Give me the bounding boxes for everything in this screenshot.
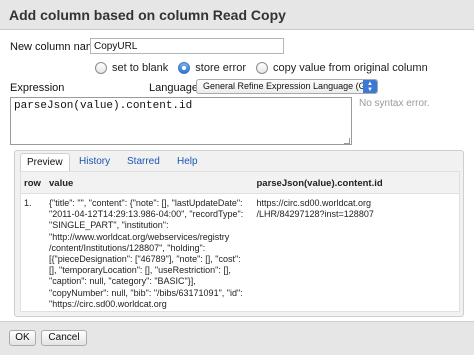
radio-label: store error xyxy=(195,62,247,74)
row-number: 1. xyxy=(24,198,32,208)
syntax-status: No syntax error. xyxy=(359,98,430,109)
language-select[interactable]: General Refine Expression Language (GREL… xyxy=(196,79,378,94)
tab-starred[interactable]: Starred xyxy=(121,153,166,170)
expression-label: Expression xyxy=(10,82,65,94)
tab-help[interactable]: Help xyxy=(171,153,204,170)
row-value: {"title": "", "content": {"note": [], "l… xyxy=(49,198,250,311)
tab-preview[interactable]: Preview xyxy=(20,153,70,171)
language-select-value: General Refine Expression Language (GREL… xyxy=(203,81,378,91)
resize-handle-icon[interactable] xyxy=(344,138,350,144)
preview-table: row value parseJson(value).content.id 1.… xyxy=(21,172,459,311)
table-row: 1. {"title": "", "content": {"note": [],… xyxy=(21,194,459,311)
radio-copy-value[interactable]: copy value from original column xyxy=(256,62,428,74)
dialog-title: Add column based on column Read Copy xyxy=(9,7,286,23)
radio-store-error[interactable]: store error xyxy=(178,62,246,74)
select-arrows-icon: ▲ ▼ xyxy=(363,80,377,93)
expression-input[interactable]: parseJson(value).content.id xyxy=(10,97,352,145)
radio-set-to-blank[interactable]: set to blank xyxy=(95,62,168,74)
column-name-input[interactable] xyxy=(90,38,284,54)
radio-label: set to blank xyxy=(112,62,169,74)
preview-table-container[interactable]: row value parseJson(value).content.id 1.… xyxy=(20,171,460,312)
tab-history[interactable]: History xyxy=(73,153,116,170)
language-label: Language xyxy=(149,82,198,94)
header-value: value xyxy=(46,172,254,194)
preview-header-row: row value parseJson(value).content.id xyxy=(21,172,459,194)
radio-button[interactable] xyxy=(95,62,107,74)
radio-button-selected[interactable] xyxy=(178,62,191,74)
ok-button[interactable]: OK xyxy=(9,330,36,346)
cancel-button[interactable]: Cancel xyxy=(41,330,87,346)
row-result: https://circ.sd00.worldcat.org /LHR/8429… xyxy=(256,198,374,220)
header-row: row xyxy=(21,172,46,194)
radio-button[interactable] xyxy=(256,62,269,74)
on-error-options: set to blank store error copy value from… xyxy=(95,61,438,75)
column-name-label: New column name xyxy=(10,41,102,53)
radio-label: copy value from original column xyxy=(273,62,428,74)
dialog-titlebar: Add column based on column Read Copy xyxy=(0,0,474,30)
header-result: parseJson(value).content.id xyxy=(253,172,459,194)
